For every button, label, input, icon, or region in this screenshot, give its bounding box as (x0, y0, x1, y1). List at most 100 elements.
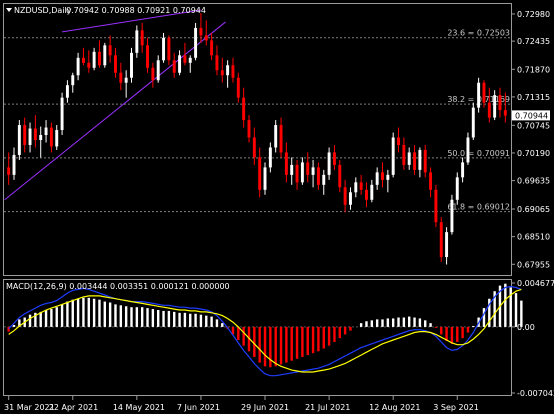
fib-level-label: 23.6 = 0.72503 (447, 29, 510, 38)
bear-candle (332, 152, 336, 165)
bear-candle (413, 152, 417, 170)
bull-candle (103, 45, 107, 66)
macd-tick-label: 0.004677 (517, 279, 554, 288)
date-tick-label: 29 Jun 2021 (241, 403, 289, 412)
bull-candle (493, 95, 497, 118)
current-price-label: 0.70944 (515, 111, 548, 120)
trading-chart[interactable]: 23.6 = 0.7250338.2 = 0.7116950.0 = 0.700… (0, 0, 554, 414)
bear-candle (434, 189, 438, 223)
price-tick-label: 0.70745 (517, 121, 550, 130)
bear-candle (199, 27, 203, 36)
bear-candle (140, 30, 144, 46)
bear-candle (338, 164, 342, 188)
bull-candle (300, 162, 304, 183)
bear-candle (284, 152, 288, 175)
price-tick-label: 0.72435 (517, 37, 550, 46)
price-tick-label: 0.72980 (517, 10, 550, 19)
bull-candle (407, 152, 411, 165)
price-tick-label: 0.71870 (517, 65, 550, 74)
bull-candle (268, 147, 272, 168)
macd-header: MACD(12,26,9) 0.003444 0.003351 0.000121… (6, 282, 230, 291)
macd-tick-label: 0.00 (517, 323, 535, 332)
bear-candle (498, 95, 502, 111)
bull-candle (391, 137, 395, 175)
bear-candle (210, 40, 214, 56)
price-tick-label: 0.68510 (517, 233, 550, 242)
macd-tick-label: -0.007042 (517, 389, 554, 398)
bull-candle (55, 130, 59, 147)
bull-candle (461, 162, 465, 178)
bear-candle (172, 60, 176, 73)
bear-candle (108, 45, 112, 56)
date-tick-label: 21 Jul 2021 (305, 403, 350, 412)
bear-candle (306, 162, 310, 175)
bear-candle (482, 82, 486, 103)
bull-candle (455, 177, 459, 200)
bear-candle (23, 125, 27, 145)
bear-candle (381, 172, 384, 180)
bull-candle (477, 82, 481, 108)
bull-candle (386, 174, 390, 180)
price-tick-label: 0.69065 (517, 205, 550, 214)
bull-candle (450, 199, 454, 233)
price-tick-label: 0.71315 (517, 93, 550, 102)
bear-candle (279, 125, 283, 153)
bear-candle (247, 120, 251, 138)
bear-candle (359, 182, 363, 190)
bear-candle (503, 110, 507, 116)
bull-candle (39, 135, 43, 140)
bear-candle (7, 167, 11, 175)
bull-candle (71, 75, 75, 86)
bull-candle (348, 192, 352, 205)
date-tick-label: 14 May 2021 (113, 403, 165, 412)
bull-candle (311, 167, 315, 175)
bear-candle (343, 187, 347, 205)
date-tick-label: 22 Apr 2021 (49, 403, 98, 412)
bear-candle (49, 127, 53, 147)
bull-candle (92, 51, 96, 68)
bull-candle (178, 55, 182, 73)
symbol-label: NZDUSD,Daily (14, 6, 72, 15)
date-tick-label: 3 Sep 2021 (433, 403, 479, 412)
bull-candle (156, 60, 160, 81)
bull-candle (370, 184, 374, 200)
current-price-marker: 0.70944 (512, 110, 550, 121)
bear-candle (423, 149, 427, 173)
bear-candle (33, 128, 37, 140)
bull-candle (44, 127, 48, 136)
date-tick-label: 7 Jun 2021 (177, 403, 220, 412)
bear-candle (429, 172, 433, 190)
bear-candle (220, 70, 224, 76)
bear-candle (204, 35, 208, 41)
bear-candle (81, 57, 85, 63)
bear-candle (183, 55, 187, 63)
price-tick-label: 0.70190 (517, 149, 550, 158)
bull-candle (466, 137, 470, 163)
bull-candle (375, 172, 379, 185)
bear-candle (402, 144, 406, 165)
bull-candle (124, 77, 128, 83)
bull-candle (17, 125, 21, 155)
date-tick-label: 31 Mar 2021 (4, 403, 55, 412)
bear-candle (365, 189, 368, 200)
price-tick-label: 0.69635 (517, 177, 550, 186)
bull-candle (194, 27, 198, 58)
bear-candle (487, 102, 491, 118)
bear-candle (397, 137, 400, 145)
bull-candle (290, 164, 294, 175)
date-tick-label: 12 Aug 2021 (369, 403, 420, 412)
bull-candle (12, 154, 16, 175)
bull-candle (274, 125, 278, 148)
bear-candle (167, 37, 171, 61)
symbol-header: NZDUSD,Daily 0.70942 0.70988 0.70921 0.7… (6, 6, 206, 15)
bull-candle (226, 65, 230, 76)
bear-candle (295, 164, 299, 183)
bull-candle (28, 128, 32, 145)
price-tick-label: 0.67955 (517, 260, 550, 269)
bear-candle (146, 45, 149, 68)
bull-candle (135, 30, 139, 53)
bull-candle (65, 85, 69, 98)
bull-candle (263, 167, 267, 190)
bear-candle (439, 222, 443, 258)
bull-candle (162, 37, 166, 61)
